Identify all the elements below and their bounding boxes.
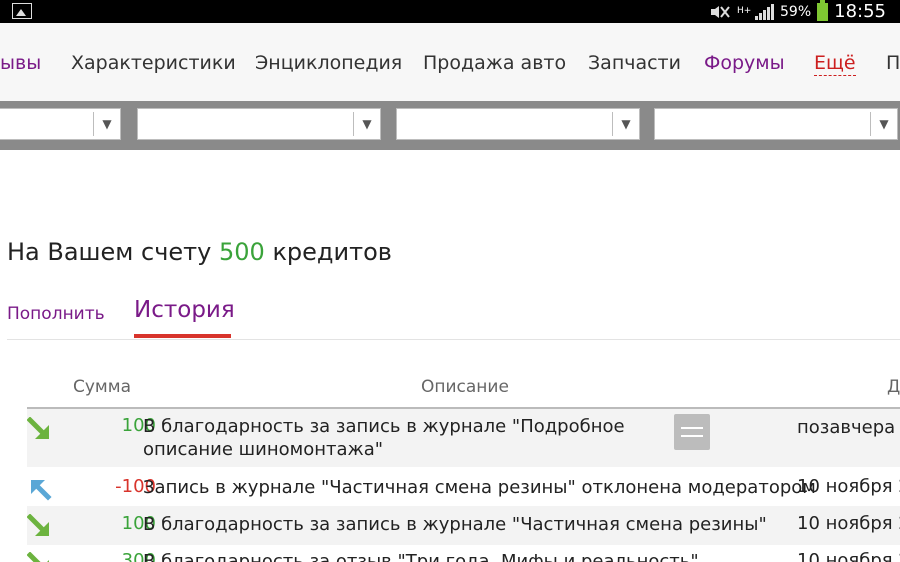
chevron-down-icon: ▼ xyxy=(353,112,380,136)
filter-select-1[interactable]: ▼ xyxy=(0,108,121,140)
table-row[interactable]: 300 В благодарность за отзыв "Три года. … xyxy=(27,545,900,562)
table-row[interactable]: 100 В благодарность за запись в журнале … xyxy=(27,506,900,545)
balance-prefix: На Вашем счету xyxy=(7,238,212,266)
nav-item-encyclopedia[interactable]: Энциклопедия xyxy=(255,52,402,74)
top-nav: ывы Характеристики Энциклопедия Продажа … xyxy=(0,23,900,101)
clock: 18:55 xyxy=(834,1,886,22)
column-header-date[interactable]: Д xyxy=(887,377,900,397)
chevron-down-icon: ▼ xyxy=(870,112,897,136)
network-type: H+ xyxy=(737,6,752,16)
menu-icon-bar xyxy=(681,435,703,437)
tab-history[interactable]: История xyxy=(134,297,235,323)
arrow-down-right-icon xyxy=(27,514,49,536)
row-date: позавчера в xyxy=(797,417,900,438)
nav-item-more[interactable]: Ещё xyxy=(814,52,856,76)
column-header-amount[interactable]: Сумма xyxy=(73,377,131,397)
arrow-down-right-icon xyxy=(27,417,49,439)
gallery-icon xyxy=(12,3,32,19)
row-description: В благодарность за запись в журнале "Под… xyxy=(143,416,625,460)
filter-bar: ▼ ▼ ▼ ▼ xyxy=(0,101,900,150)
tab-topup[interactable]: Пополнить xyxy=(7,304,105,324)
row-description: В благодарность за запись в журнале "Час… xyxy=(143,514,767,535)
row-date: 10 ноября 2 xyxy=(797,476,900,497)
arrow-down-right-icon xyxy=(27,552,49,562)
balance-text: На Вашем счету 500 кредитов xyxy=(7,238,392,266)
filter-select-3[interactable]: ▼ xyxy=(396,108,640,140)
status-bar-right: H+ 59% 18:55 xyxy=(709,0,886,23)
mute-icon xyxy=(711,5,730,18)
table-row[interactable]: 100 В благодарность за запись в журнале … xyxy=(27,409,900,467)
menu-icon xyxy=(681,427,703,429)
signal-icon xyxy=(755,3,774,20)
balance-amount: 500 xyxy=(218,238,265,266)
column-header-description[interactable]: Описание xyxy=(421,377,509,397)
filter-select-4[interactable]: ▼ xyxy=(654,108,898,140)
tab-active-indicator xyxy=(134,334,231,338)
nav-item-specs[interactable]: Характеристики xyxy=(71,52,236,74)
row-date: 10 ноября 2 xyxy=(797,513,900,534)
row-description: Запись в журнале "Частичная смена резины… xyxy=(143,477,816,498)
status-bar: H+ 59% 18:55 xyxy=(0,0,900,23)
battery-percent: 59% xyxy=(780,3,812,20)
table-row[interactable]: -100 Запись в журнале "Частичная смена р… xyxy=(27,467,900,506)
row-description: В благодарность за отзыв "Три года. Мифы… xyxy=(143,551,699,562)
filter-select-2[interactable]: ▼ xyxy=(137,108,381,140)
arrow-up-left-icon xyxy=(31,480,52,501)
balance-suffix: кредитов xyxy=(272,238,392,266)
nav-item-forums[interactable]: Форумы xyxy=(704,52,785,74)
row-date: 10 ноября 2 xyxy=(797,550,900,562)
nav-item-car-sale[interactable]: Продажа авто xyxy=(423,52,566,74)
tabs-divider xyxy=(7,339,900,340)
nav-item-parts[interactable]: Запчасти xyxy=(588,52,681,74)
chevron-down-icon: ▼ xyxy=(612,112,639,136)
row-menu-button[interactable] xyxy=(674,414,710,450)
chevron-down-icon: ▼ xyxy=(93,112,120,136)
battery-icon xyxy=(817,0,829,21)
nav-item-reviews[interactable]: ывы xyxy=(0,52,41,74)
nav-item-cut[interactable]: П xyxy=(886,52,900,74)
